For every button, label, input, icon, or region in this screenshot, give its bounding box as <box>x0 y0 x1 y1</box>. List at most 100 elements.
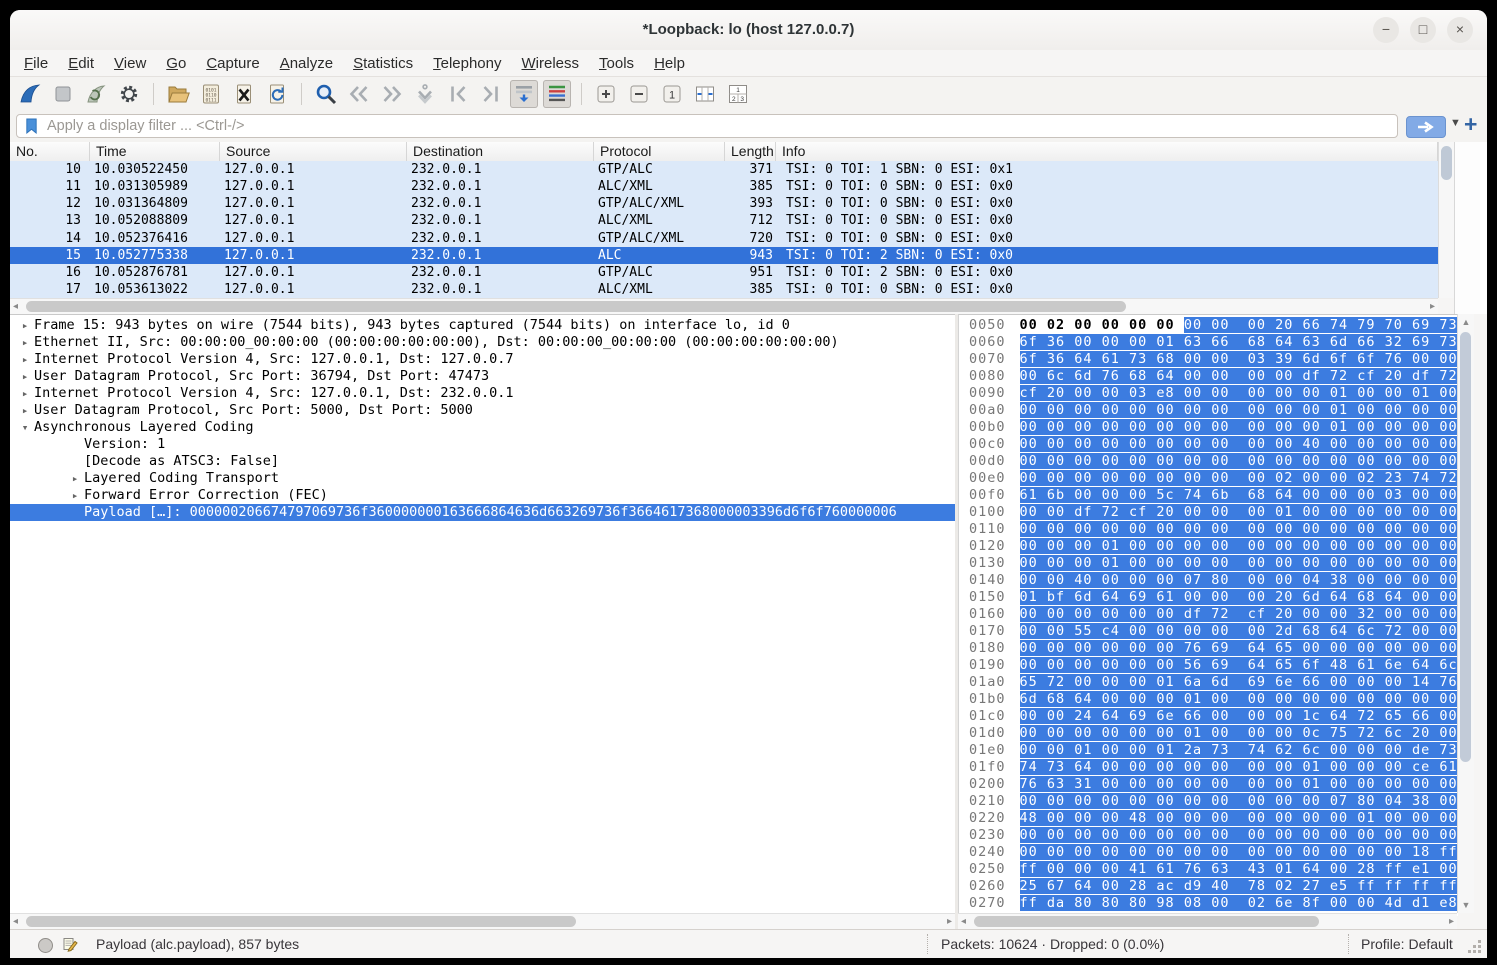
add-filter-button[interactable]: + <box>1464 111 1477 138</box>
resize-grip[interactable] <box>1478 940 1481 943</box>
column-header-time[interactable]: Time <box>90 142 220 161</box>
scroll-left-icon[interactable]: ◂ <box>961 914 966 930</box>
hex-row-0110[interactable]: 011000 00 00 00 00 00 00 00 00 00 00 00 … <box>959 521 1458 538</box>
scrollbar-thumb[interactable] <box>1460 332 1471 762</box>
display-filter-input[interactable]: Apply a display filter ... <Ctrl-/> <box>16 114 1398 138</box>
restart-capture-button[interactable] <box>82 80 110 108</box>
filter-dropdown-caret-icon[interactable]: ▼ <box>1450 117 1461 129</box>
go-back-button[interactable] <box>345 80 373 108</box>
packet-row-13[interactable]: 1310.052088809127.0.0.1232.0.0.1ALC/XML7… <box>10 212 1438 229</box>
hex-row-0060[interactable]: 00606f 36 00 00 00 01 63 66 68 64 63 6d … <box>959 334 1458 351</box>
collapsed-arrow-icon[interactable]: ▸ <box>16 334 34 351</box>
packet-row-15[interactable]: 1510.052775338127.0.0.1232.0.0.1ALC943TS… <box>10 247 1438 264</box>
packet-row-11[interactable]: 1110.031305989127.0.0.1232.0.0.1ALC/XML3… <box>10 178 1438 195</box>
hex-row-01a0[interactable]: 01a065 72 00 00 00 01 6a 6d 69 6e 66 00 … <box>959 674 1458 691</box>
maximize-button[interactable]: □ <box>1410 17 1436 43</box>
collapsed-arrow-icon[interactable]: ▸ <box>16 351 34 368</box>
collapsed-arrow-icon[interactable]: ▸ <box>66 470 84 487</box>
hex-row-01d0[interactable]: 01d000 00 00 00 00 00 01 00 00 00 0c 75 … <box>959 725 1458 742</box>
menu-tools[interactable]: Tools <box>589 55 644 72</box>
detail-row[interactable]: Version: 1 <box>10 436 955 453</box>
menu-analyze[interactable]: Analyze <box>270 55 343 72</box>
collapsed-arrow-icon[interactable]: ▸ <box>16 385 34 402</box>
hex-row-0200[interactable]: 020076 63 31 00 00 00 00 00 00 00 01 00 … <box>959 776 1458 793</box>
hex-row-01c0[interactable]: 01c000 00 24 64 69 6e 66 00 00 00 1c 64 … <box>959 708 1458 725</box>
scrollbar-thumb[interactable] <box>26 916 576 927</box>
capture-comment-icon[interactable] <box>62 936 79 956</box>
hex-row-0120[interactable]: 012000 00 00 01 00 00 00 00 00 00 00 00 … <box>959 538 1458 555</box>
find-packet-button[interactable] <box>312 80 340 108</box>
hex-row-0260[interactable]: 026025 67 64 00 28 ac d9 40 78 02 27 e5 … <box>959 878 1458 895</box>
zoom-in-button[interactable] <box>592 80 620 108</box>
scroll-left-icon[interactable]: ◂ <box>13 299 18 315</box>
detail-row[interactable]: ▸Frame 15: 943 bytes on wire (7544 bits)… <box>10 317 955 334</box>
hex-row-00e0[interactable]: 00e000 00 00 00 00 00 00 00 00 02 00 00 … <box>959 470 1458 487</box>
detail-row[interactable]: ▸User Datagram Protocol, Src Port: 5000,… <box>10 402 955 419</box>
zoom-original-button[interactable]: 1 <box>658 80 686 108</box>
collapsed-arrow-icon[interactable]: ▸ <box>16 402 34 419</box>
detail-row[interactable]: Payload […]: 000000206674797069736f36000… <box>10 504 955 521</box>
scrollbar-thumb[interactable] <box>26 301 1126 312</box>
expanded-arrow-icon[interactable]: ▾ <box>16 419 34 436</box>
hex-row-00f0[interactable]: 00f061 6b 00 00 00 5c 74 6b 68 64 00 00 … <box>959 487 1458 504</box>
detail-row[interactable]: ▸Forward Error Correction (FEC) <box>10 487 955 504</box>
hex-row-0250[interactable]: 0250ff 00 00 00 41 61 76 63 43 01 64 00 … <box>959 861 1458 878</box>
hex-row-0170[interactable]: 017000 00 55 c4 00 00 00 00 00 2d 68 64 … <box>959 623 1458 640</box>
hex-vertical-scrollbar[interactable]: ▲ ▼ <box>1457 314 1474 913</box>
hex-row-00d0[interactable]: 00d000 00 00 00 00 00 00 00 00 00 00 00 … <box>959 453 1458 470</box>
detail-row[interactable]: ▸Internet Protocol Version 4, Src: 127.0… <box>10 385 955 402</box>
resize-columns-button[interactable] <box>691 80 719 108</box>
menu-view[interactable]: View <box>104 55 156 72</box>
details-horizontal-scrollbar[interactable]: ◂ ▸ <box>10 913 955 930</box>
column-header-destination[interactable]: Destination <box>407 142 594 161</box>
capture-options-button[interactable] <box>115 80 143 108</box>
packet-row-10[interactable]: 1010.030522450127.0.0.1232.0.0.1GTP/ALC3… <box>10 161 1438 178</box>
hex-row-0080[interactable]: 008000 6c 6d 76 68 64 00 00 00 00 df 72 … <box>959 368 1458 385</box>
hex-row-0150[interactable]: 015001 bf 6d 64 69 61 00 00 00 20 6d 64 … <box>959 589 1458 606</box>
hex-row-0140[interactable]: 014000 00 40 00 00 00 07 80 00 00 04 38 … <box>959 572 1458 589</box>
hex-row-00a0[interactable]: 00a000 00 00 00 00 00 00 00 00 00 00 01 … <box>959 402 1458 419</box>
minimize-button[interactable]: − <box>1373 17 1399 43</box>
hex-row-0270[interactable]: 0270ff da 80 80 80 98 08 00 02 6e 8f 00 … <box>959 895 1458 912</box>
hex-row-0100[interactable]: 010000 00 df 72 cf 20 00 00 00 01 00 00 … <box>959 504 1458 521</box>
hex-row-0220[interactable]: 022048 00 00 00 48 00 00 00 00 00 00 00 … <box>959 810 1458 827</box>
profile-status[interactable]: Profile: Default <box>1361 930 1453 958</box>
collapsed-arrow-icon[interactable]: ▸ <box>16 368 34 385</box>
hex-row-0070[interactable]: 00706f 36 64 61 73 68 00 00 03 39 6d 6f … <box>959 351 1458 368</box>
column-header-source[interactable]: Source <box>220 142 407 161</box>
menu-capture[interactable]: Capture <box>196 55 269 72</box>
packet-row-14[interactable]: 1410.052376416127.0.0.1232.0.0.1GTP/ALC/… <box>10 230 1438 247</box>
hex-row-0050[interactable]: 005000 02 00 00 00 00 00 00 00 20 66 74 … <box>959 317 1458 334</box>
apply-filter-button[interactable] <box>1406 116 1446 138</box>
menu-file[interactable]: File <box>14 55 58 72</box>
auto-scroll-button[interactable] <box>510 80 538 108</box>
column-header-no[interactable]: No. <box>10 142 90 161</box>
menu-wireless[interactable]: Wireless <box>512 55 590 72</box>
expert-info-icon[interactable] <box>38 938 53 953</box>
collapsed-arrow-icon[interactable]: ▸ <box>16 317 34 334</box>
scroll-up-icon[interactable]: ▲ <box>1458 317 1474 327</box>
scrollbar-thumb[interactable] <box>1441 146 1452 180</box>
go-first-button[interactable] <box>444 80 472 108</box>
close-file-button[interactable] <box>230 80 258 108</box>
hex-row-00c0[interactable]: 00c000 00 00 00 00 00 00 00 00 00 40 00 … <box>959 436 1458 453</box>
scroll-down-icon[interactable]: ▼ <box>1458 900 1474 910</box>
menu-edit[interactable]: Edit <box>58 55 104 72</box>
packet-list-horizontal-scrollbar[interactable]: ◂ ▸ <box>10 298 1438 315</box>
packet-list-vertical-scrollbar[interactable] <box>1438 142 1455 298</box>
column-header-length[interactable]: Length <box>725 142 776 161</box>
detail-row[interactable]: ▸Ethernet II, Src: 00:00:00_00:00:00 (00… <box>10 334 955 351</box>
hex-row-0240[interactable]: 024000 00 00 00 00 00 00 00 00 00 00 00 … <box>959 844 1458 861</box>
detail-row[interactable]: ▸Layered Coding Transport <box>10 470 955 487</box>
hex-row-01e0[interactable]: 01e000 00 01 00 00 01 2a 73 74 62 6c 00 … <box>959 742 1458 759</box>
scroll-left-icon[interactable]: ◂ <box>13 914 18 930</box>
go-to-packet-button[interactable] <box>411 80 439 108</box>
title-bar[interactable]: *Loopback: lo (host 127.0.0.7) −□× <box>10 10 1487 51</box>
hex-row-01b0[interactable]: 01b06d 68 64 00 00 00 01 00 00 00 00 00 … <box>959 691 1458 708</box>
hex-row-01f0[interactable]: 01f074 73 64 00 00 00 00 00 00 00 01 00 … <box>959 759 1458 776</box>
hex-row-0190[interactable]: 019000 00 00 00 00 00 56 69 64 65 6f 48 … <box>959 657 1458 674</box>
detail-row[interactable]: ▸Internet Protocol Version 4, Src: 127.0… <box>10 351 955 368</box>
go-last-button[interactable] <box>477 80 505 108</box>
hex-horizontal-scrollbar[interactable]: ◂ ▸ <box>958 913 1457 930</box>
menu-telephony[interactable]: Telephony <box>423 55 511 72</box>
